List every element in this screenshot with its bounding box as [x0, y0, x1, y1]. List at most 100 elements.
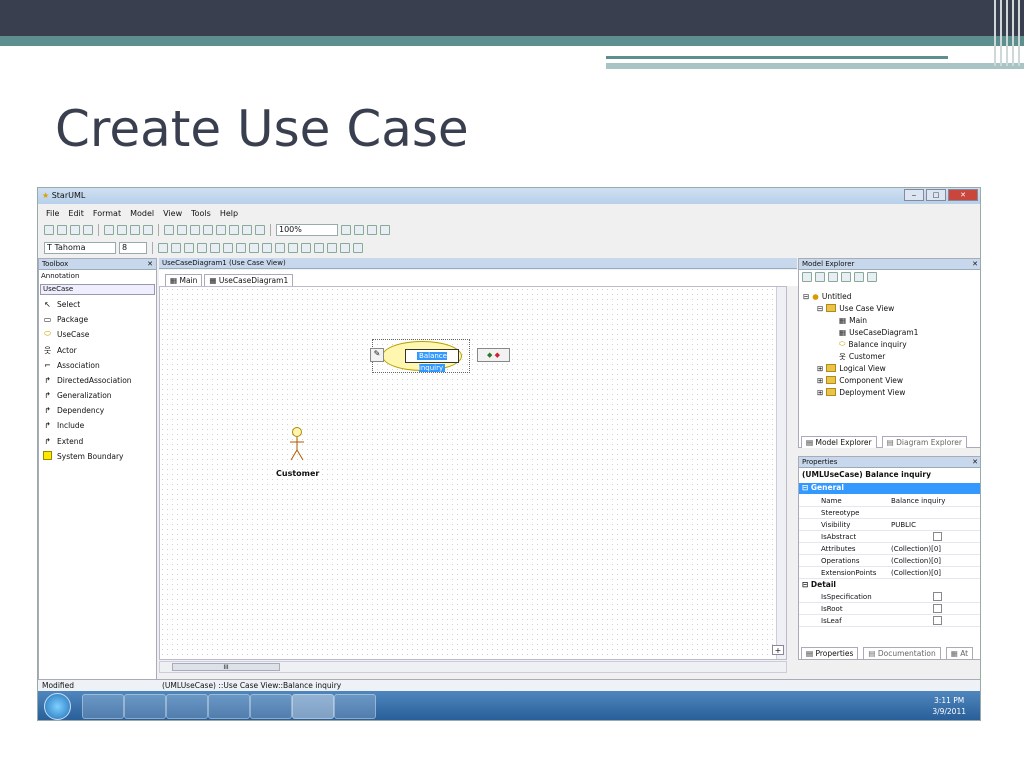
tree-item-main[interactable]: ▦ Main [839, 314, 867, 326]
zoom-combo[interactable]: 100% [276, 223, 338, 236]
actor-figure[interactable] [288, 427, 306, 463]
add-icon[interactable] [828, 272, 838, 282]
prop-row-isspecification[interactable]: IsSpecification [799, 591, 980, 603]
close-button[interactable]: ✕ [948, 189, 978, 201]
vertical-scrollbar[interactable] [776, 287, 786, 659]
tool-actor[interactable]: 웃 Actor [42, 344, 77, 356]
cut-icon[interactable] [104, 224, 114, 235]
detail-section[interactable]: ⊟ Detail [802, 580, 836, 589]
tree-item-balance-inquiry[interactable]: ⬭ Balance inquiry [839, 338, 907, 350]
tree-item-untitled[interactable]: ⊟ ● Untitled [803, 290, 852, 302]
tree-item-logical-view[interactable]: ⊞ Logical View [817, 362, 886, 374]
close-icon[interactable]: ✕ [147, 259, 153, 269]
prop-row-isroot[interactable]: IsRoot [799, 603, 980, 615]
tool-directed-association[interactable]: ↱ DirectedAssociation [42, 374, 131, 386]
tab-main[interactable]: ▦ Main [165, 274, 203, 286]
tree-item-usecasediagram1[interactable]: ▦ UseCaseDiagram1 [839, 326, 918, 338]
taskbar-staruml-icon[interactable] [292, 694, 334, 719]
layout2-icon[interactable] [216, 224, 226, 235]
stereotype-icon[interactable] [288, 242, 298, 253]
print-icon[interactable] [83, 224, 93, 235]
prop-row-stereotype[interactable]: Stereotype [799, 507, 980, 519]
tool-extend[interactable]: ↱ Extend [42, 435, 83, 447]
save-icon[interactable] [70, 224, 80, 235]
tool-association[interactable]: ⌐ Association [42, 359, 100, 371]
tool-generalization[interactable]: ↱ Generalization [42, 389, 111, 401]
tool-dependency[interactable]: ↱ Dependency [42, 404, 104, 416]
tree-item-use-case-view[interactable]: ⊟ Use Case View [817, 302, 894, 314]
ops-icon[interactable] [275, 242, 285, 253]
tree-item-deployment-view[interactable]: ⊞ Deployment View [817, 386, 905, 398]
menu-model[interactable]: Model [130, 209, 154, 218]
menu-help[interactable]: Help [220, 209, 238, 218]
scrollbar-thumb[interactable]: III [172, 663, 280, 671]
zoom-out-icon[interactable] [354, 224, 364, 235]
layout-icon[interactable] [203, 224, 213, 235]
tab-diagram-explorer[interactable]: ▤ Diagram Explorer [881, 436, 967, 448]
arrow-down-icon[interactable] [867, 272, 877, 282]
zoom-fit-icon[interactable] [367, 224, 377, 235]
taskbar-folder-icon[interactable] [208, 694, 250, 719]
taskbar-powerpoint-icon[interactable] [250, 694, 292, 719]
filter-icon[interactable] [841, 272, 851, 282]
find-icon[interactable] [190, 224, 200, 235]
redo-icon[interactable] [177, 224, 187, 235]
font-color-icon[interactable] [158, 242, 168, 253]
general-section[interactable]: ⊟ General [799, 483, 980, 494]
toolbox-annotation-section[interactable]: Annotation [41, 272, 79, 280]
start-button[interactable] [44, 693, 71, 720]
horizontal-scrollbar[interactable]: III [159, 661, 787, 673]
font-size-combo[interactable]: 8 [119, 241, 147, 254]
font-name-combo[interactable]: T Tahoma [44, 241, 116, 254]
delete-icon[interactable] [143, 224, 153, 235]
sort2-icon[interactable] [815, 272, 825, 282]
tool-package[interactable]: ▭ Package [42, 313, 88, 325]
tool-include[interactable]: ↱ Include [42, 419, 84, 431]
diagram-canvas[interactable]: Balance inquiry ✎ ◆ ◆ Customer + [159, 286, 787, 660]
suppress-icon[interactable] [249, 242, 259, 253]
align-center-icon[interactable] [314, 242, 324, 253]
isroot-checkbox[interactable] [933, 604, 942, 613]
prop-row-operations[interactable]: Operations (Collection)[0] [799, 555, 980, 567]
menu-edit[interactable]: Edit [68, 209, 84, 218]
menu-format[interactable]: Format [93, 209, 121, 218]
edit-controls[interactable]: ◆ ◆ [477, 348, 510, 362]
sort-icon[interactable] [802, 272, 812, 282]
taskbar-media-icon[interactable] [124, 694, 166, 719]
prop-row-isabstract[interactable]: IsAbstract [799, 531, 980, 543]
prop-row-attributes[interactable]: Attributes (Collection)[0] [799, 543, 980, 555]
close-icon[interactable]: ✕ [972, 457, 978, 467]
system-clock[interactable]: 3:11 PM 3/9/2011 [932, 695, 966, 717]
bring-front-icon[interactable] [340, 242, 350, 253]
line-style-icon[interactable] [197, 242, 207, 253]
plus-icon[interactable]: + [772, 645, 784, 655]
prop-row-name[interactable]: Name Balance inquiry [799, 495, 980, 507]
prop-row-visibility[interactable]: Visibility PUBLIC [799, 519, 980, 531]
usecase-name-editor[interactable]: Balance inquiry [405, 349, 459, 372]
tool-usecase[interactable]: ⬭ UseCase [42, 328, 89, 340]
zoom-in-icon[interactable] [341, 224, 351, 235]
tab-usecasediagram1[interactable]: ▦ UseCaseDiagram1 [204, 274, 294, 286]
close-icon[interactable]: ✕ [972, 259, 978, 269]
tab-properties[interactable]: ▤ Properties [801, 647, 859, 659]
isabstract-checkbox[interactable] [933, 532, 942, 541]
paste-icon[interactable] [130, 224, 140, 235]
open-icon[interactable] [57, 224, 67, 235]
tab-attachments[interactable]: ▦ At [945, 647, 974, 659]
tree-item-customer[interactable]: 웃 Customer [839, 350, 885, 362]
export-icon[interactable] [242, 224, 252, 235]
toolbox-usecase-section[interactable]: UseCase [40, 284, 155, 295]
taskbar-explorer-icon[interactable] [82, 694, 124, 719]
maximize-button[interactable]: □ [926, 189, 946, 201]
stereotype-icon[interactable]: ✎ [370, 348, 384, 362]
undo-icon[interactable] [164, 224, 174, 235]
addin-icon[interactable] [255, 224, 265, 235]
shadow-icon[interactable] [223, 242, 233, 253]
tree-item-component-view[interactable]: ⊞ Component View [817, 374, 903, 386]
menu-file[interactable]: File [46, 209, 59, 218]
tab-documentation[interactable]: ▤ Documentation [863, 647, 941, 659]
fill-color-icon[interactable] [184, 242, 194, 253]
taskbar-app-icon[interactable] [334, 694, 376, 719]
zoom-page-icon[interactable] [380, 224, 390, 235]
note-icon[interactable] [210, 242, 220, 253]
